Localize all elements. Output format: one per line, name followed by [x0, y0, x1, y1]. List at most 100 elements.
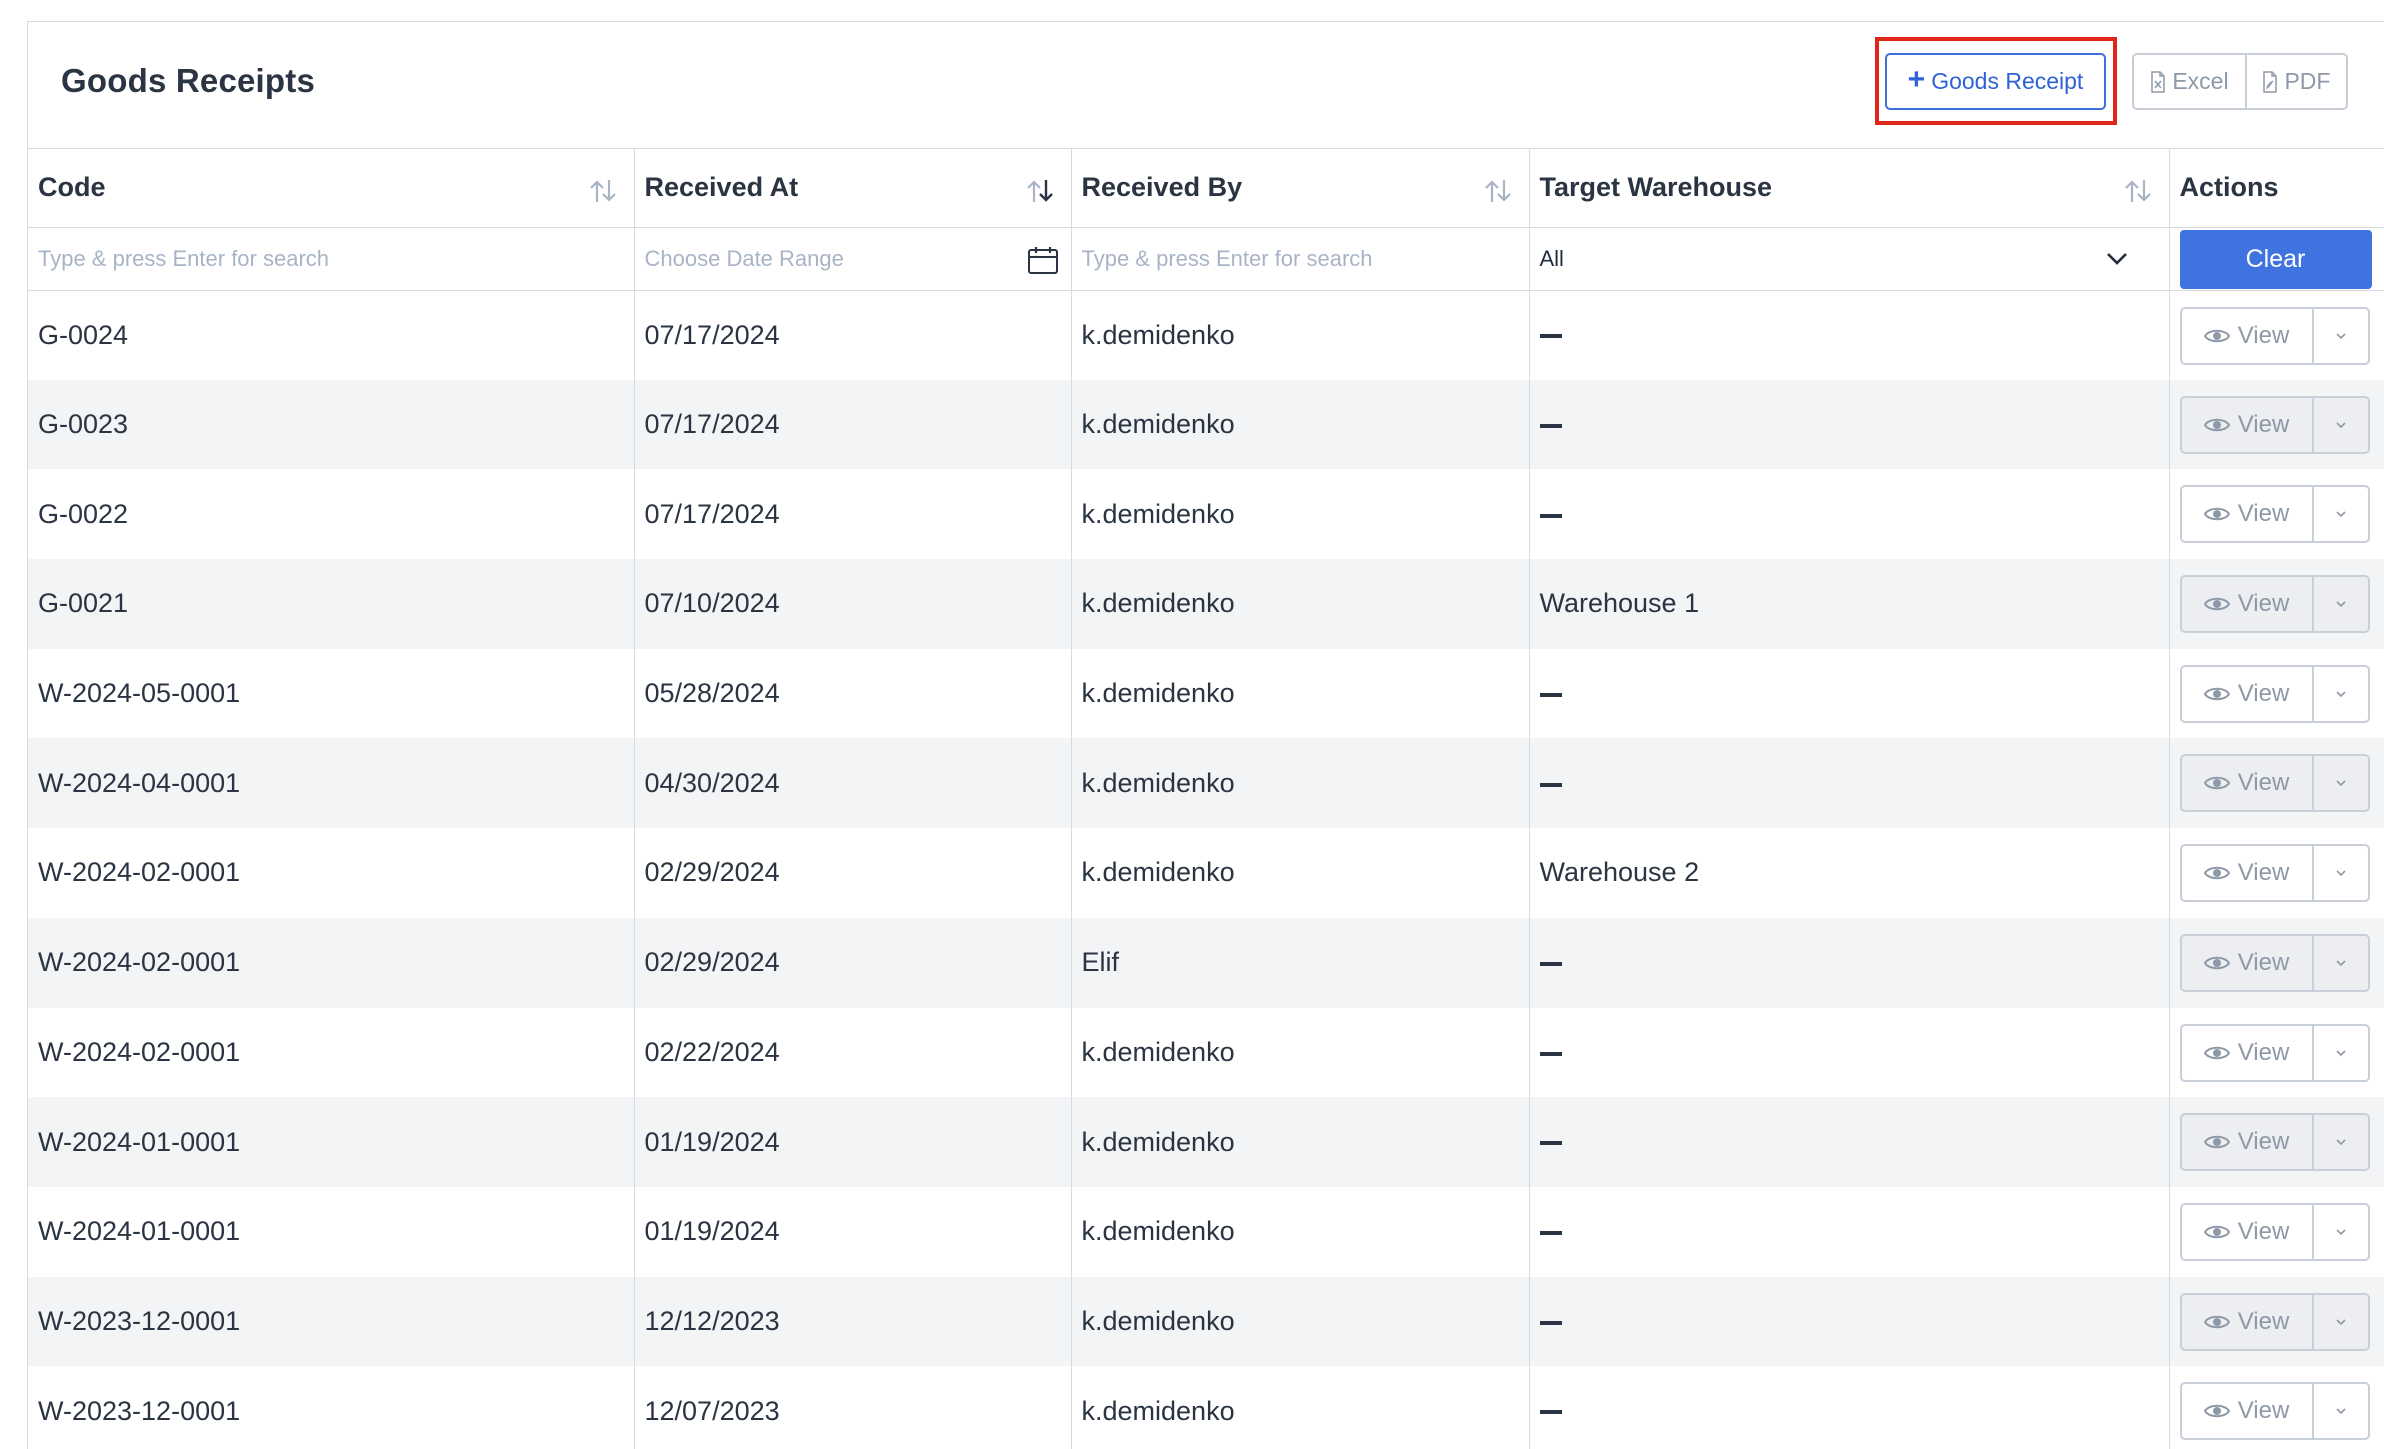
table-row[interactable]: W-2024-01-0001 01/19/2024 k.demidenko Vi…	[28, 1097, 2384, 1187]
row-actions-dropdown-button[interactable]	[2314, 398, 2368, 452]
sort-icon[interactable]	[588, 178, 618, 204]
row-actions-dropdown-button[interactable]	[2314, 846, 2368, 900]
received-by-cell: k.demidenko	[1071, 828, 1530, 918]
clear-filters-button[interactable]: Clear	[2179, 229, 2372, 289]
view-button-label: View	[2237, 1397, 2290, 1425]
export-pdf-button[interactable]: PDF	[2247, 55, 2346, 108]
receipt-code: G-0023	[38, 409, 129, 440]
column-header-target-warehouse[interactable]: Target Warehouse	[1529, 148, 2170, 228]
received-by-user: k.demidenko	[1081, 498, 1235, 529]
warehouse-cell	[1529, 917, 2170, 1008]
receipt-code: W-2024-04-0001	[38, 767, 241, 798]
view-button-label: View	[2237, 590, 2290, 618]
view-button[interactable]: View	[2182, 487, 2314, 542]
view-button[interactable]: View	[2182, 397, 2314, 452]
table-row[interactable]: W-2023-12-0001 12/07/2023 k.demidenko Vi…	[28, 1366, 2384, 1449]
caret-down-icon	[2335, 422, 2346, 428]
table-row[interactable]: W-2024-04-0001 04/30/2024 k.demidenko Vi…	[28, 738, 2384, 829]
row-action-group: View	[2179, 754, 2370, 813]
received-at-date: 02/22/2024	[644, 1036, 780, 1067]
received-by-cell: k.demidenko	[1071, 738, 1530, 829]
row-actions-dropdown-button[interactable]	[2314, 1295, 2368, 1349]
view-button[interactable]: View	[2182, 1025, 2314, 1080]
view-button[interactable]: View	[2182, 308, 2314, 363]
code-cell: W-2024-01-0001	[28, 1097, 635, 1187]
view-button-label: View	[2237, 679, 2290, 707]
actions-cell: View	[2169, 738, 2384, 829]
row-actions-dropdown-button[interactable]	[2314, 309, 2368, 363]
row-actions-dropdown-button[interactable]	[2314, 756, 2368, 810]
dash-icon	[1539, 1320, 1562, 1325]
caret-down-icon	[2335, 1139, 2346, 1146]
view-button[interactable]: View	[2182, 846, 2314, 901]
column-header-received-by[interactable]: Received By	[1071, 148, 1530, 228]
view-button[interactable]: View	[2182, 1115, 2314, 1170]
received-at-cell: 02/22/2024	[634, 1007, 1072, 1098]
table-row[interactable]: G-0021 07/10/2024 k.demidenko Warehouse …	[28, 559, 2384, 649]
column-header-received-at[interactable]: Received At	[634, 148, 1072, 228]
table-row[interactable]: W-2024-02-0001 02/29/2024 Elif View	[28, 917, 2384, 1008]
goods-receipts-panel: Goods Receipts + Goods Receipt Excel PDF…	[27, 21, 2384, 1449]
table-row[interactable]: G-0022 07/17/2024 k.demidenko View	[28, 469, 2384, 560]
eye-icon	[2203, 1135, 2230, 1149]
sort-icon[interactable]	[2123, 178, 2153, 204]
table-row[interactable]: W-2024-01-0001 01/19/2024 k.demidenko Vi…	[28, 1186, 2384, 1277]
export-excel-button[interactable]: Excel	[2134, 55, 2247, 108]
column-header-actions: Actions	[2169, 148, 2384, 228]
row-actions-dropdown-button[interactable]	[2314, 487, 2368, 541]
row-actions-dropdown-button[interactable]	[2314, 577, 2368, 631]
row-actions-dropdown-button[interactable]	[2314, 1026, 2368, 1080]
view-button[interactable]: View	[2182, 756, 2314, 811]
view-button[interactable]: View	[2182, 1204, 2314, 1259]
eye-icon	[2203, 956, 2230, 970]
table-row[interactable]: W-2023-12-0001 12/12/2023 k.demidenko Vi…	[28, 1276, 2384, 1367]
date-range-input[interactable]	[644, 245, 1071, 272]
view-button[interactable]: View	[2182, 577, 2314, 632]
add-goods-receipt-button[interactable]: + Goods Receipt	[1885, 53, 2106, 110]
warehouse-select[interactable]: All	[1540, 246, 2169, 272]
received-at-cell: 12/07/2023	[634, 1366, 1072, 1449]
received-by-cell: k.demidenko	[1071, 1097, 1530, 1187]
actions-cell: View	[2169, 1097, 2384, 1187]
table-row[interactable]: W-2024-02-0001 02/22/2024 k.demidenko Vi…	[28, 1007, 2384, 1098]
view-button[interactable]: View	[2182, 1294, 2314, 1349]
row-actions-dropdown-button[interactable]	[2314, 1384, 2368, 1438]
table-row[interactable]: G-0023 07/17/2024 k.demidenko View	[28, 379, 2384, 470]
dash-icon	[1539, 692, 1562, 697]
row-actions-dropdown-button[interactable]	[2314, 1205, 2368, 1259]
sort-icon[interactable]	[1483, 178, 1513, 204]
clear-filter-cell: Clear	[2169, 227, 2384, 291]
column-header-code[interactable]: Code	[28, 148, 635, 228]
received-by-user: k.demidenko	[1081, 678, 1235, 709]
view-button[interactable]: View	[2182, 666, 2314, 721]
row-actions-dropdown-button[interactable]	[2314, 936, 2368, 990]
row-actions-dropdown-button[interactable]	[2314, 1115, 2368, 1169]
caret-down-icon	[2335, 691, 2346, 697]
dash-icon	[1539, 1231, 1562, 1236]
dash-icon	[1539, 962, 1562, 967]
eye-icon	[2203, 777, 2230, 790]
view-button[interactable]: View	[2182, 935, 2314, 990]
warehouse-filter-cell[interactable]: All	[1529, 227, 2170, 291]
code-search-input[interactable]	[38, 245, 634, 272]
calendar-icon[interactable]	[1027, 245, 1059, 275]
view-button[interactable]: View	[2182, 1384, 2314, 1439]
table-row[interactable]: G-0024 07/17/2024 k.demidenko View	[28, 290, 2384, 380]
received-by-search-input[interactable]	[1081, 245, 1529, 272]
received-by-cell: k.demidenko	[1071, 1186, 1530, 1277]
received-by-cell: k.demidenko	[1071, 290, 1530, 380]
code-cell: W-2024-02-0001	[28, 917, 635, 1008]
receipt-code: W-2024-05-0001	[38, 678, 241, 709]
row-action-group: View	[2179, 1202, 2370, 1261]
received-at-date: 07/17/2024	[644, 498, 780, 529]
sort-desc-icon[interactable]	[1025, 178, 1055, 204]
row-actions-dropdown-button[interactable]	[2314, 667, 2368, 721]
received-by-user: k.demidenko	[1081, 1036, 1235, 1067]
actions-cell: View	[2169, 1276, 2384, 1367]
actions-cell: View	[2169, 469, 2384, 560]
table-row[interactable]: W-2024-02-0001 02/29/2024 k.demidenko Wa…	[28, 828, 2384, 918]
eye-icon	[2203, 508, 2230, 521]
view-button-label: View	[2237, 1217, 2290, 1245]
received-at-date: 05/28/2024	[644, 678, 780, 709]
table-row[interactable]: W-2024-05-0001 05/28/2024 k.demidenko Vi…	[28, 648, 2384, 739]
